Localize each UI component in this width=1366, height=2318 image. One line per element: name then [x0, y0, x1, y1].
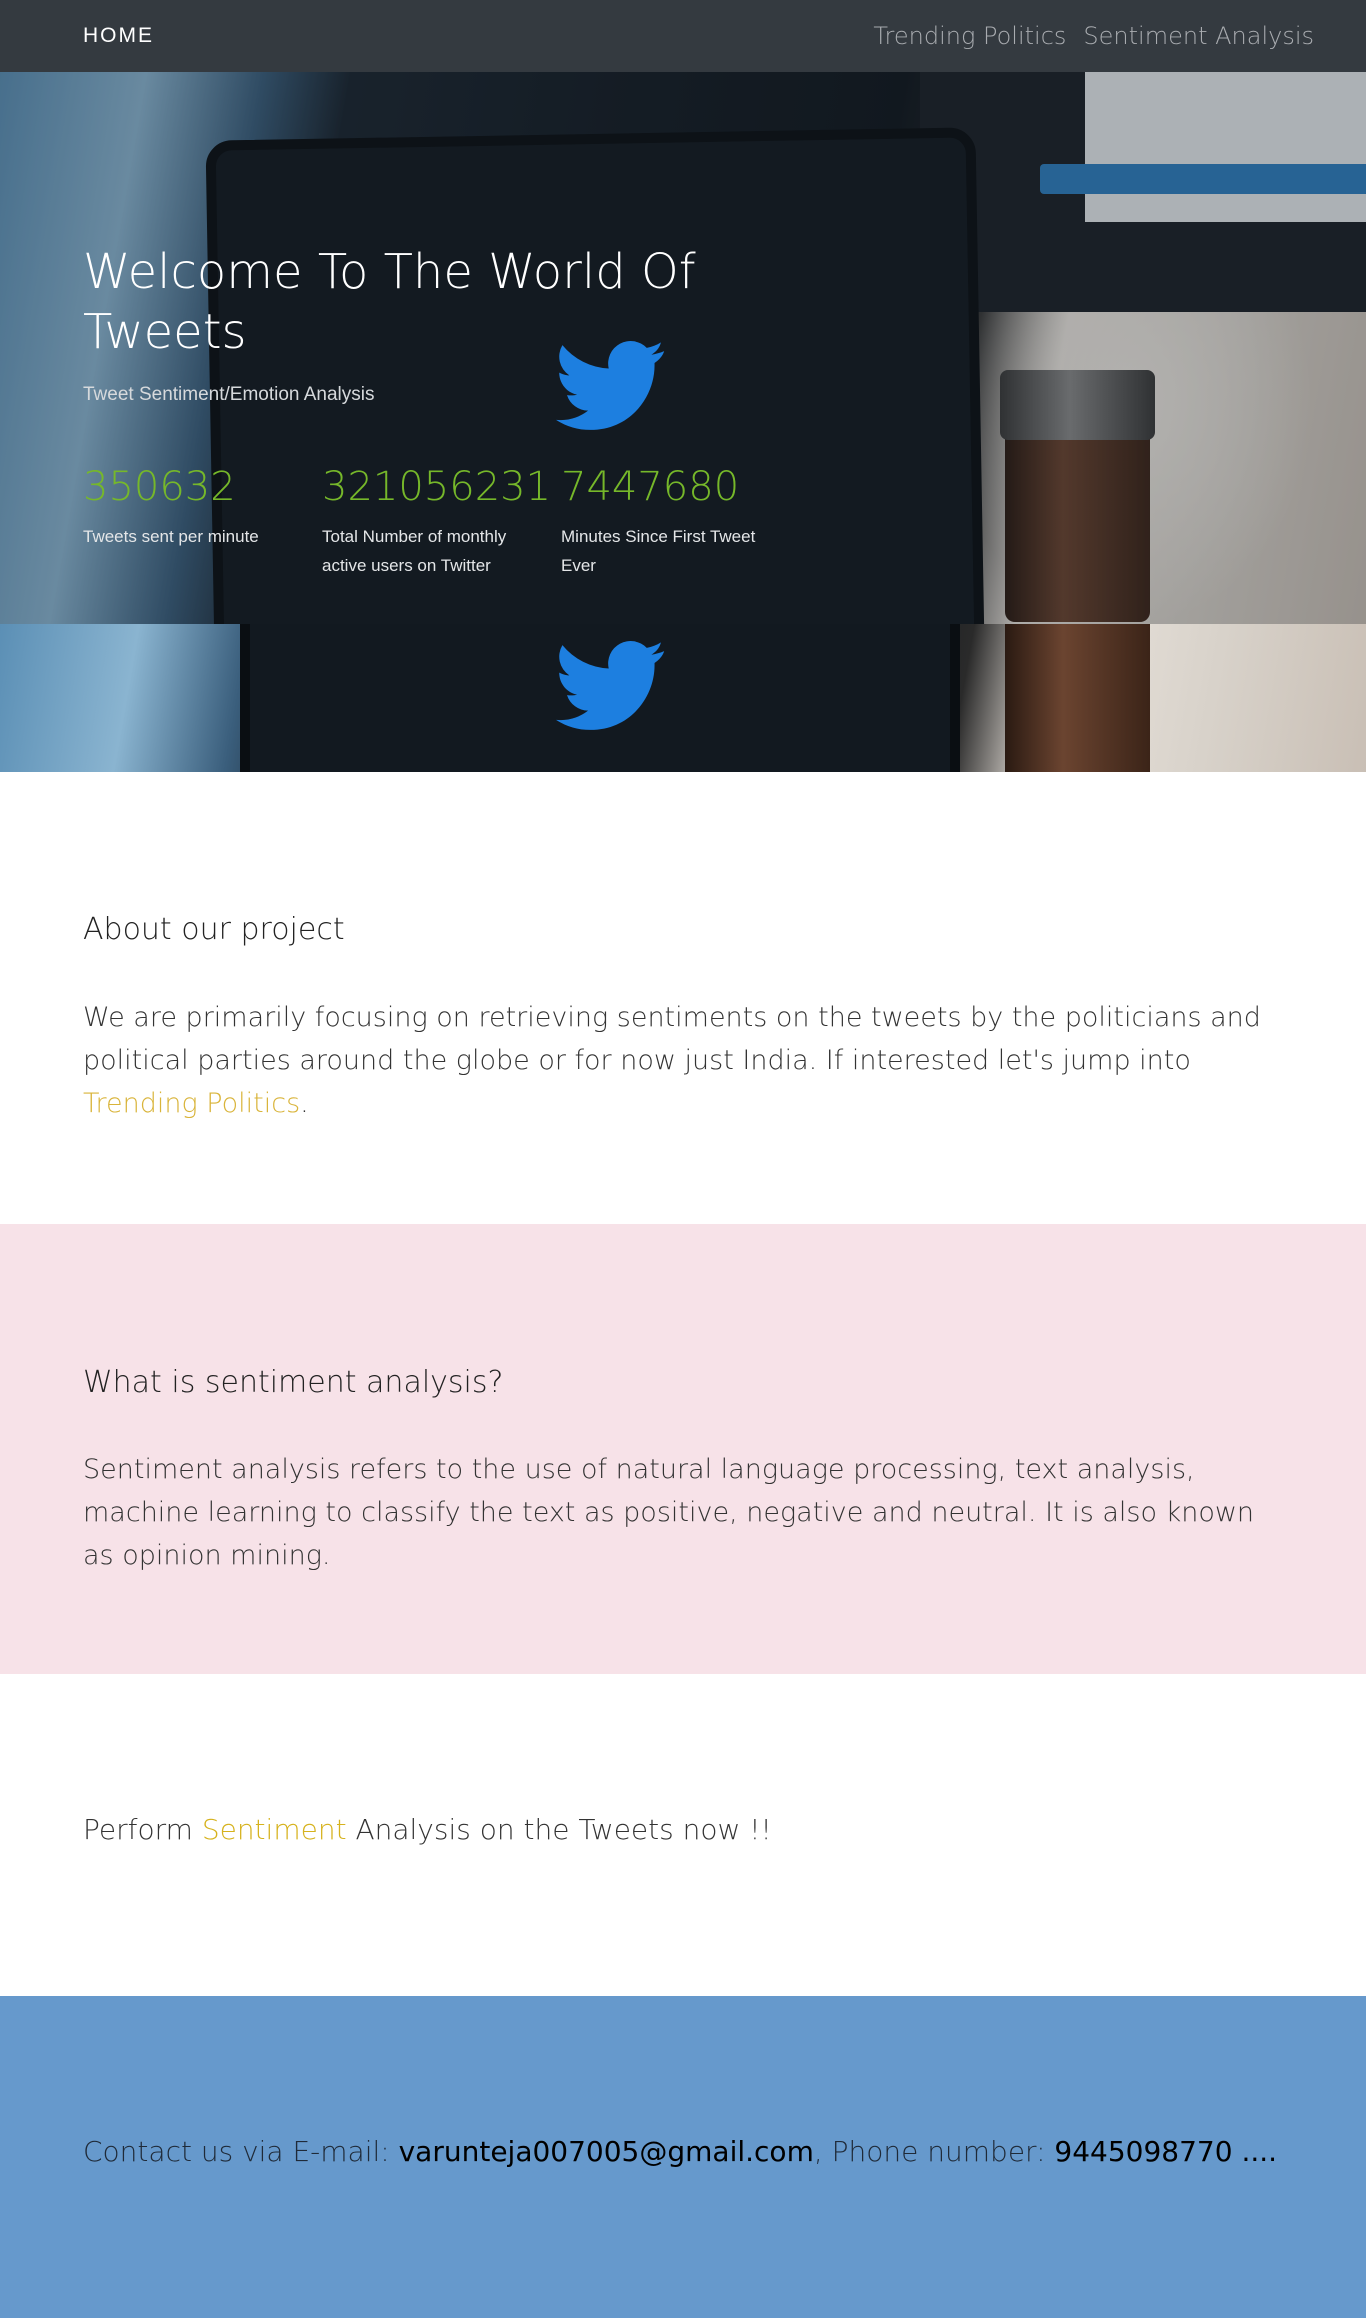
- stat-tweets-per-minute: 350632 Tweets sent per minute: [83, 462, 322, 580]
- sentiment-link[interactable]: Sentiment: [202, 1813, 347, 1846]
- about-text-body: We are primarily focusing on retrieving …: [83, 1002, 1261, 1076]
- stat-label: Minutes Since First Tweet Ever: [561, 527, 756, 575]
- perform-text-start: Perform: [83, 1813, 202, 1846]
- perform-text: Perform Sentiment Analysis on the Tweets…: [83, 1808, 772, 1851]
- stat-number: 321056231: [322, 464, 552, 510]
- sentiment-section: What is sentiment analysis? Sentiment an…: [0, 1224, 1366, 1674]
- contact-text: Contact us via E-mail: varunteja007005@g…: [83, 2130, 1277, 2173]
- nav-trending-politics-link[interactable]: Trending Politics: [873, 22, 1066, 50]
- stat-number: 7447680: [561, 464, 740, 510]
- hero-content: Welcome To The World Of Tweets Tweet Sen…: [83, 242, 803, 406]
- nav-sentiment-analysis-link[interactable]: Sentiment Analysis: [1083, 22, 1314, 50]
- about-section: About our project We are primarily focus…: [0, 772, 1366, 1224]
- hero-title: Welcome To The World Of Tweets: [83, 244, 696, 360]
- stat-number: 350632: [83, 464, 236, 510]
- hero-section: Welcome To The World Of Tweets Tweet Sen…: [0, 72, 1366, 772]
- stat-minutes-since-first-tweet: 7447680 Minutes Since First Tweet Ever: [561, 462, 800, 580]
- contact-phone: 9445098770 ....: [1054, 2135, 1278, 2168]
- contact-section: Contact us via E-mail: varunteja007005@g…: [0, 1996, 1366, 2318]
- stat-monthly-active-users: 321056231 Total Number of monthly active…: [322, 462, 561, 580]
- about-text-end: .: [300, 1088, 309, 1119]
- perform-text-end: Analysis on the Tweets now !!: [346, 1813, 772, 1846]
- home-link[interactable]: HOME: [83, 24, 154, 48]
- sentiment-text: Sentiment analysis refers to the use of …: [83, 1454, 1255, 1571]
- contact-prefix: Contact us via E-mail:: [83, 2135, 399, 2168]
- twitter-bird-reflection-icon: [556, 641, 665, 730]
- sentiment-heading: What is sentiment analysis?: [83, 1365, 504, 1400]
- stat-label: Total Number of monthly active users on …: [322, 527, 507, 575]
- contact-middle: , Phone number:: [813, 2135, 1055, 2168]
- hero-stats: 350632 Tweets sent per minute 321056231 …: [83, 462, 800, 580]
- nav-links: Trending Politics Sentiment Analysis: [873, 22, 1314, 50]
- contact-email[interactable]: varunteja007005@gmail.com: [399, 2135, 814, 2168]
- trending-politics-link[interactable]: Trending Politics: [83, 1088, 300, 1119]
- hero-subtitle: Tweet Sentiment/Emotion Analysis: [83, 384, 375, 405]
- navbar: HOME Trending Politics Sentiment Analysi…: [0, 0, 1366, 72]
- perform-section: Perform Sentiment Analysis on the Tweets…: [0, 1674, 1366, 1996]
- hero-strip-jar: [1005, 624, 1150, 772]
- about-text: We are primarily focusing on retrieving …: [83, 996, 1283, 1125]
- stat-label: Tweets sent per minute: [83, 527, 259, 546]
- about-heading: About our project: [83, 912, 345, 947]
